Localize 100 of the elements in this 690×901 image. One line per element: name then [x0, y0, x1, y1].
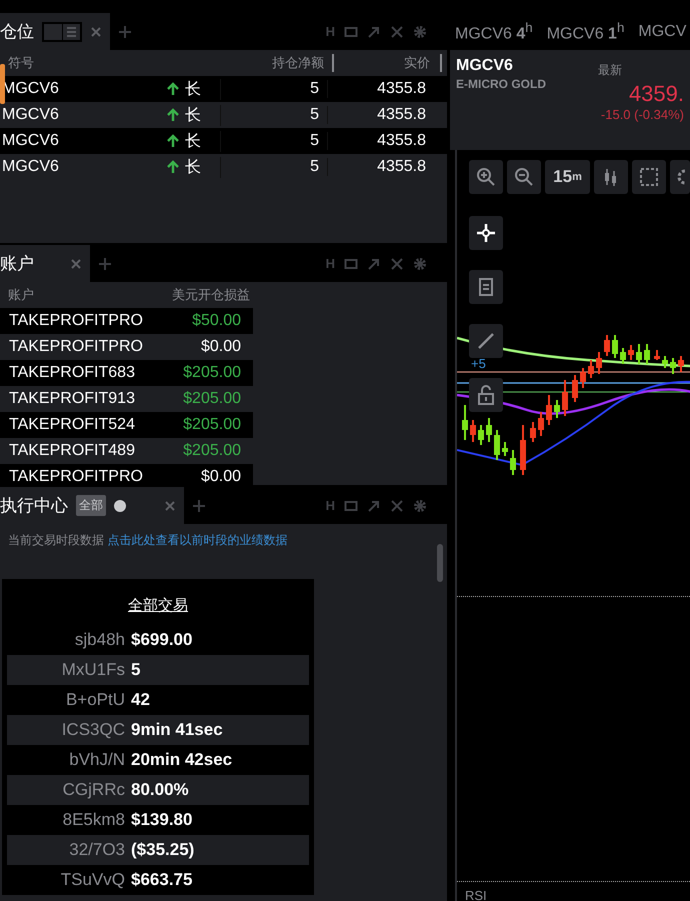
candle: [572, 375, 578, 402]
candle: [554, 400, 560, 418]
table-cell: 5: [221, 132, 328, 150]
column-header[interactable]: 账户: [0, 286, 154, 304]
zoom-out-button[interactable]: [507, 160, 541, 194]
table-cell-text: TAKEPROFIT913: [8, 390, 136, 408]
settings-icon[interactable]: [675, 167, 685, 187]
table-cell-text: TAKEPROFIT489: [8, 442, 136, 460]
stat-value: 9min 41sec: [131, 720, 223, 740]
zoom-in-icon[interactable]: [476, 167, 496, 187]
table-cell-text: 4355.8: [376, 158, 427, 176]
column-header[interactable]: 持仓净额: [226, 54, 334, 72]
chart-tab[interactable]: MGCV: [638, 22, 686, 40]
stat-value: $139.80: [131, 810, 192, 830]
table-cell-text: 长: [185, 132, 201, 152]
stat-value: $699.00: [131, 630, 192, 650]
close-icon[interactable]: [390, 498, 404, 512]
add-tab-icon[interactable]: [98, 256, 112, 270]
column-header[interactable]: 符号: [0, 54, 226, 72]
filter-badge[interactable]: 全部: [76, 495, 106, 516]
candle: [644, 344, 650, 364]
select-area-button[interactable]: [632, 160, 666, 194]
draw-line-button[interactable]: [469, 324, 503, 358]
column-header[interactable]: 美元开仓损益: [154, 286, 250, 304]
table-cell-text: TAKEPROFITPRO: [8, 338, 144, 356]
stat-label: MxU1Fs: [60, 660, 126, 680]
document-icon[interactable]: [478, 278, 494, 296]
document-button[interactable]: [469, 270, 503, 304]
candle: [636, 344, 642, 364]
popout-icon[interactable]: [367, 498, 381, 512]
candle: [678, 356, 684, 372]
stat-label: B+oPtU: [64, 690, 126, 710]
maximize-icon[interactable]: [344, 498, 358, 512]
popout-icon[interactable]: [367, 24, 381, 38]
pane-label: RSI: [465, 888, 487, 901]
candle: [510, 450, 516, 475]
dashed-square-icon[interactable]: [639, 167, 659, 187]
stat-label: 8E5km8: [62, 810, 126, 830]
panel-tab[interactable]: 账户: [0, 245, 90, 282]
stat-label: CGjRRc: [62, 780, 126, 800]
candle: [604, 335, 610, 356]
candle: [670, 358, 676, 374]
card-title: 全部交易: [127, 596, 189, 616]
popout-icon[interactable]: [367, 256, 381, 270]
close-icon[interactable]: [390, 256, 404, 270]
crosshair-icon[interactable]: [476, 223, 496, 243]
chart-tab[interactable]: MGCV6 4$^{h}$: [455, 20, 533, 44]
candle-style-button[interactable]: [594, 160, 628, 194]
line-tool-icon[interactable]: [477, 332, 495, 350]
crosshair-button[interactable]: [469, 216, 503, 250]
instrument-name: E-MICRO GOLD: [456, 77, 546, 91]
info-text: 当前交易时段数据: [8, 533, 104, 547]
candle: [502, 442, 508, 456]
candle: [620, 348, 626, 364]
stat-value: ($35.25): [131, 840, 194, 860]
status-dot: [114, 500, 126, 512]
unlocked-padlock-icon[interactable]: [477, 385, 495, 405]
panel-tab[interactable]: 执行中心 全部: [0, 487, 184, 524]
candle: [486, 418, 492, 442]
close-icon[interactable]: [70, 258, 82, 270]
stat-label: TSuVvQ: [60, 870, 126, 890]
panel-tab[interactable]: 仓位: [0, 13, 110, 50]
add-tab-icon[interactable]: [192, 498, 206, 512]
zoom-in-button[interactable]: [469, 160, 503, 194]
add-tab-icon[interactable]: [118, 24, 132, 38]
up-arrow-icon: [167, 134, 179, 148]
candle: [538, 412, 544, 436]
candle: [588, 360, 594, 378]
quote-symbol: MGCV6: [456, 57, 514, 75]
settings-button[interactable]: [670, 160, 690, 194]
stat-label: sjb48h: [74, 630, 126, 650]
stat-value: 20min 42sec: [131, 750, 232, 770]
table-cell-text: TAKEPROFIT524: [8, 416, 136, 434]
stat-value: 5: [131, 660, 140, 680]
close-icon[interactable]: [390, 24, 404, 38]
maximize-icon[interactable]: [344, 24, 358, 38]
up-arrow-icon: [167, 82, 179, 96]
last-price: 4359.: [628, 81, 684, 107]
table-cell-text: MGCV6: [1, 158, 60, 176]
scroll-thumb[interactable]: [437, 544, 443, 582]
zoom-out-icon[interactable]: [514, 167, 534, 187]
candle: [628, 345, 634, 360]
stat-label: bVhJ/N: [68, 750, 126, 770]
maximize-icon[interactable]: [344, 256, 358, 270]
history-link[interactable]: 点击此处查看以前时段的业绩数据: [107, 533, 288, 547]
stat-value: $663.75: [131, 870, 192, 890]
stat-label: 32/7O3: [68, 840, 126, 860]
candle: [596, 352, 602, 374]
table-cell-text: MGCV6: [1, 132, 60, 150]
close-icon[interactable]: [164, 500, 176, 512]
candle: [478, 425, 484, 445]
view-toggle-icon[interactable]: [42, 22, 82, 42]
table-cell-text: MGCV6: [1, 106, 60, 124]
candle: [530, 422, 536, 442]
column-header[interactable]: 实价: [334, 54, 442, 72]
unlock-button[interactable]: [469, 378, 503, 412]
scroll-thumb[interactable]: [0, 64, 5, 104]
close-icon[interactable]: [90, 26, 102, 38]
chart-tab[interactable]: MGCV6 1$^{h}$: [546, 20, 624, 44]
table-cell: 5: [221, 158, 328, 176]
